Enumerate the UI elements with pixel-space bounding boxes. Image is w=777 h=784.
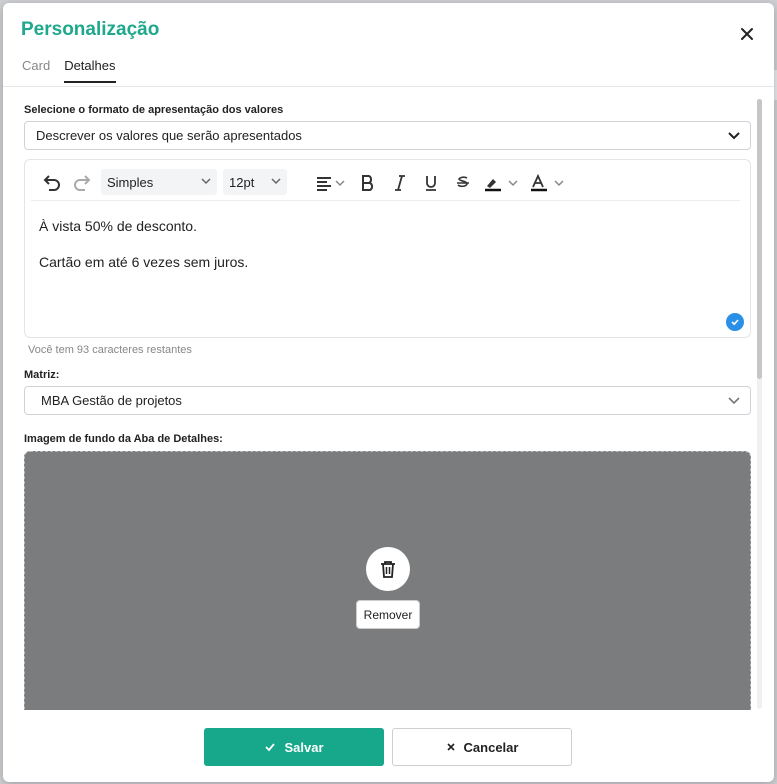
details-content: Selecione o formato de apresentação dos … — [24, 98, 754, 710]
text-color-button[interactable] — [527, 172, 567, 194]
font-family-value: Simples — [107, 174, 154, 190]
strikethrough-icon — [457, 176, 469, 188]
cancel-button-label: Cancelar — [463, 739, 519, 755]
italic-button[interactable] — [389, 172, 411, 194]
close-button[interactable] — [738, 25, 756, 43]
valid-badge — [726, 313, 744, 331]
redo-button[interactable] — [71, 172, 95, 194]
format-label: Selecione o formato de apresentação dos … — [24, 104, 284, 116]
rich-text-editor: Simples 12pt À vista 50% de desconto. Ca… — [24, 159, 751, 338]
check-icon — [731, 319, 739, 326]
highlight-color-button[interactable] — [481, 172, 521, 194]
format-select-value: Descrever os valores que serão apresenta… — [36, 128, 302, 143]
align-button[interactable] — [313, 172, 349, 194]
background-image-label: Imagem de fundo da Aba de Detalhes: — [24, 433, 223, 445]
highlighter-icon — [485, 179, 518, 192]
underline-icon — [426, 176, 436, 191]
text-color-icon — [531, 174, 564, 192]
personalization-modal: Personalização Card Detalhes Selecione o… — [3, 3, 774, 782]
chevron-down-icon — [201, 178, 211, 185]
chevron-down-icon — [271, 178, 281, 185]
redo-icon — [74, 175, 91, 191]
tab-detalhes[interactable]: Detalhes — [64, 58, 116, 83]
matrix-label: Matriz: — [24, 369, 60, 381]
format-select[interactable]: Descrever os valores que serão apresenta… — [24, 121, 751, 150]
close-icon — [741, 28, 753, 40]
italic-icon — [395, 175, 405, 191]
bold-icon — [362, 175, 374, 191]
editor-toolbar: Simples 12pt — [31, 166, 740, 201]
font-size-select[interactable]: 12pt — [223, 169, 287, 195]
chevron-down-icon — [728, 397, 740, 405]
strikethrough-button[interactable] — [452, 172, 474, 194]
tabs-divider — [3, 86, 774, 87]
editor-content[interactable]: À vista 50% de desconto. Cartão em até 6… — [39, 218, 248, 290]
modal-title: Personalização — [21, 19, 160, 40]
chevron-down-icon — [728, 132, 740, 140]
remaining-characters-hint: Você tem 93 caracteres restantes — [28, 344, 192, 356]
undo-button[interactable] — [39, 172, 63, 194]
matrix-select-value: MBA Gestão de projetos — [41, 393, 182, 408]
trash-icon — [381, 561, 395, 578]
background-image-dropzone: Remover — [24, 451, 751, 710]
underline-button[interactable] — [420, 172, 442, 194]
close-icon — [446, 743, 455, 751]
remove-image-button[interactable] — [366, 547, 410, 591]
align-left-icon — [317, 177, 345, 191]
matrix-select[interactable]: MBA Gestão de projetos — [24, 386, 751, 415]
check-icon — [265, 743, 276, 752]
tab-card[interactable]: Card — [22, 58, 50, 83]
scrollbar[interactable] — [757, 99, 762, 709]
undo-icon — [43, 175, 60, 191]
font-size-value: 12pt — [229, 174, 255, 190]
cancel-button[interactable]: Cancelar — [392, 728, 572, 766]
editor-line: À vista 50% de desconto. — [39, 218, 197, 234]
bold-button[interactable] — [357, 172, 379, 194]
editor-line: Cartão em até 6 vezes sem juros. — [39, 254, 249, 270]
font-family-select[interactable]: Simples — [101, 169, 217, 195]
remove-tooltip: Remover — [356, 600, 420, 629]
save-button-label: Salvar — [284, 739, 324, 755]
save-button[interactable]: Salvar — [204, 728, 384, 766]
tabs: Card Detalhes — [22, 58, 116, 83]
scrollbar-thumb[interactable] — [757, 99, 762, 379]
